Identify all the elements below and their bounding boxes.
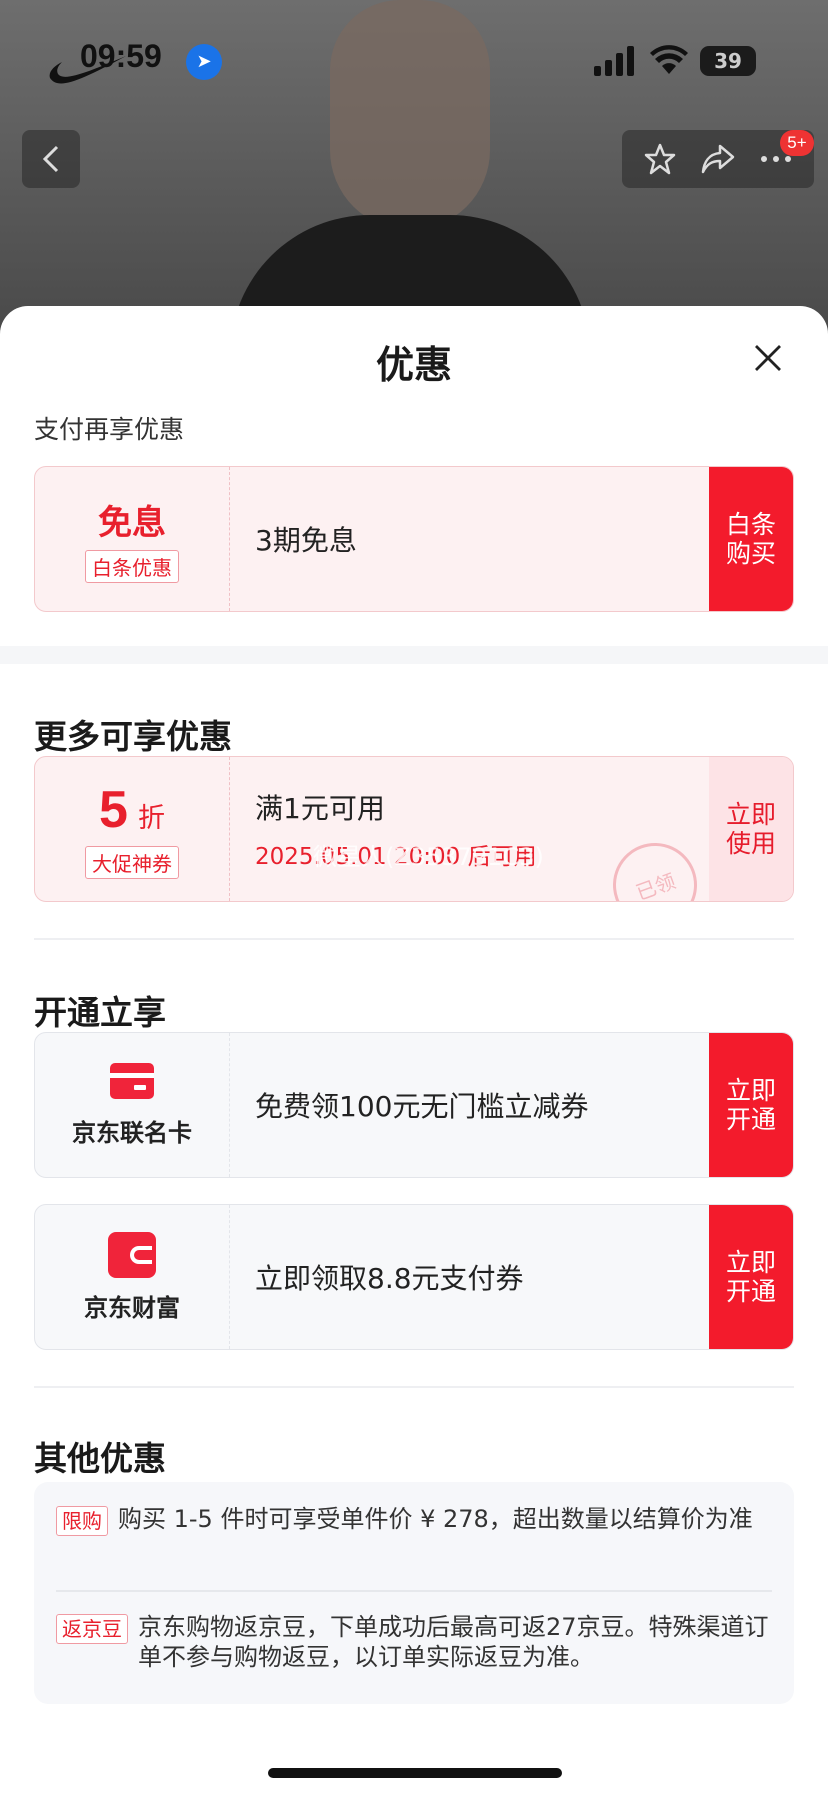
jd-finance-middle: 立即领取8.8元支付券 (255, 1205, 697, 1349)
more-icon[interactable] (759, 154, 793, 164)
baitiao-text: 3期免息 (255, 524, 357, 557)
jd-finance-label: 京东财富 (84, 1293, 180, 1322)
card-divider (229, 1205, 230, 1349)
jingdou-tag: 返京豆 (56, 1614, 128, 1644)
open-enjoy-title: 开通立享 (34, 993, 166, 1032)
home-indicator[interactable] (268, 1768, 562, 1778)
divider-line (34, 1386, 794, 1388)
section-separator (0, 646, 828, 664)
chevron-left-icon (42, 145, 59, 173)
coupon-discount: 5 折 (99, 780, 165, 840)
divider-line (56, 1590, 772, 1592)
baitiao-card: 免息 白条优惠 3期免息 白条购买 (34, 466, 794, 612)
coupon-card: 5 折 大促神券 满1元可用 2025.05.01 20:00 后可用 微星人(… (34, 756, 794, 902)
battery-indicator: 39 (700, 46, 756, 76)
other-offer-item: 返京豆 京东购物返京豆，下单成功后最高可返27京豆。特殊渠道订单不参与购物返豆，… (56, 1612, 772, 1672)
other-offer-item: 限购 购买 1-5 件时可享受单件价 ¥ 278，超出数量以结算价为准 (56, 1504, 772, 1536)
jd-card-text: 免费领100元无门槛立减券 (255, 1090, 589, 1123)
discount-sheet: 优惠 支付再享优惠 免息 白条优惠 3期免息 白条购买 更多可享优惠 5 折 大… (0, 306, 828, 1796)
jd-finance-offer: 京东财富 立即领取8.8元支付券 立即开通 (34, 1204, 794, 1350)
star-icon[interactable] (643, 142, 677, 176)
message-badge: 5+ (780, 130, 814, 156)
baitiao-left: 免息 白条优惠 (35, 467, 229, 611)
jd-finance-text: 立即领取8.8元支付券 (255, 1262, 524, 1295)
pay-section-label: 支付再享优惠 (34, 415, 185, 444)
baitiao-buy-button[interactable]: 白条购买 (709, 467, 793, 611)
more-offers-title: 更多可享优惠 (34, 717, 232, 756)
card-divider (229, 757, 230, 901)
coupon-unit: 折 (137, 802, 165, 834)
purchase-limit-tag: 限购 (56, 1506, 108, 1536)
share-icon[interactable] (700, 142, 736, 176)
card-divider (229, 467, 230, 611)
open-jd-card-button[interactable]: 立即开通 (709, 1033, 793, 1177)
other-offers-box: 限购 购买 1-5 件时可享受单件价 ¥ 278，超出数量以结算价为准 返京豆 … (34, 1482, 794, 1704)
other-offers-title: 其他优惠 (34, 1439, 166, 1478)
coupon-condition: 满1元可用 (255, 792, 385, 825)
coupon-left: 5 折 大促神券 (35, 757, 229, 901)
location-arrow-icon: ➤ (186, 44, 222, 80)
card-divider (229, 1033, 230, 1177)
jd-finance-left: 京东财富 (35, 1205, 229, 1349)
jd-card-left: 京东联名卡 (35, 1033, 229, 1177)
coupon-value: 5 (99, 780, 128, 839)
jingdou-text: 京东购物返京豆，下单成功后最高可返27京豆。特殊渠道订单不参与购物返豆，以订单实… (138, 1613, 769, 1671)
use-coupon-button[interactable]: 立即使用 (709, 757, 793, 901)
baitiao-main: 免息 (98, 503, 166, 543)
jd-card-label: 京东联名卡 (72, 1118, 192, 1147)
sheet-title: 优惠 (375, 343, 452, 387)
wifi-icon (650, 45, 688, 74)
back-button[interactable] (22, 130, 80, 188)
open-jd-finance-button[interactable]: 立即开通 (709, 1205, 793, 1349)
baitiao-middle: 3期免息 (255, 467, 697, 611)
status-bar: 09:59 ➤ 39 (0, 0, 828, 110)
cellular-signal-icon (594, 46, 634, 76)
clock: 09:59 (80, 38, 162, 74)
baitiao-tag: 白条优惠 (85, 550, 179, 583)
purchase-limit-text: 购买 1-5 件时可享受单件价 ¥ 278，超出数量以结算价为准 (118, 1505, 753, 1533)
wallet-icon (108, 1231, 156, 1278)
jd-card-offer: 京东联名卡 免费领100元无门槛立减券 立即开通 (34, 1032, 794, 1178)
close-icon[interactable] (748, 338, 788, 378)
coupon-tag: 大促神券 (85, 845, 179, 879)
jd-card-middle: 免费领100元无门槛立减券 (255, 1033, 697, 1177)
credit-card-icon (110, 1062, 154, 1099)
divider-line (34, 938, 794, 940)
watermark-text: 微星人(Z353791C3) (313, 843, 544, 871)
